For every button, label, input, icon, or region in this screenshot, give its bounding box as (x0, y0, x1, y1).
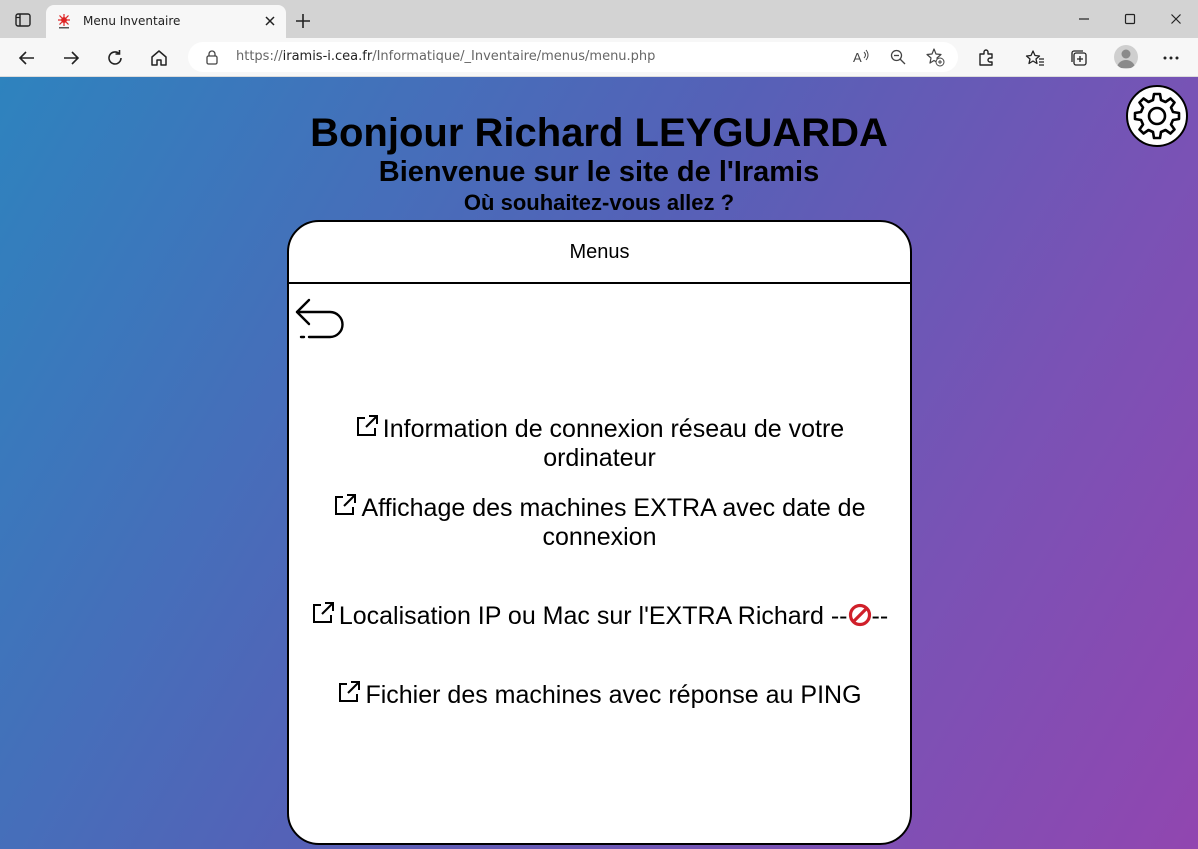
new-tab-icon[interactable] (292, 10, 314, 32)
link-label: Localisation IP ou Mac sur l'EXTRA Richa… (338, 602, 848, 630)
welcome-heading: Bienvenue sur le site de l'Iramis (378, 156, 820, 188)
link-ip-mac-location[interactable]: Localisation IP ou Mac sur l'EXTRA Richa… (299, 601, 900, 631)
link-extra-machines[interactable]: Affichage des machines EXTRA avec date d… (299, 493, 900, 552)
close-window-icon[interactable] (1163, 8, 1189, 30)
minimize-icon[interactable] (1071, 8, 1097, 30)
close-tab-icon[interactable] (262, 13, 278, 29)
link-label-suffix: -- (871, 602, 889, 630)
url-path: /Informatique/_Inventaire/menus/menu.php (372, 49, 656, 64)
read-aloud-icon[interactable]: A (851, 47, 871, 67)
greeting-heading: Bonjour Richard LEYGUARDA (310, 111, 888, 155)
maximize-icon[interactable] (1117, 8, 1143, 30)
back-arrow-icon[interactable] (292, 291, 348, 343)
home-icon[interactable] (146, 45, 172, 71)
svg-text:A: A (853, 50, 862, 65)
external-link-icon (333, 493, 357, 517)
browser-tab-active[interactable]: Menu Inventaire (46, 5, 286, 38)
browser-toolbar: https://iramis-i.cea.fr/Informatique/_In… (0, 38, 1198, 77)
url-scheme: https:// (236, 49, 283, 64)
browser-tab-bar: Menu Inventaire (0, 0, 1198, 38)
tab-title: Menu Inventaire (83, 14, 181, 28)
link-ping-file[interactable]: Fichier des machines avec réponse au PIN… (299, 680, 900, 710)
extensions-icon[interactable] (973, 45, 999, 71)
link-label: Fichier des machines avec réponse au PIN… (365, 681, 862, 709)
collections-icon[interactable] (1066, 45, 1092, 71)
link-label: Information de connexion réseau de votre… (382, 415, 845, 472)
external-link-icon (355, 414, 379, 438)
menu-card-title: Menus (289, 222, 910, 284)
profile-avatar-icon[interactable] (1114, 45, 1138, 69)
add-favorite-icon[interactable] (925, 47, 945, 67)
tab-actions-icon[interactable] (10, 9, 36, 31)
iramis-favicon-icon (56, 13, 72, 29)
page-content: Bonjour Richard LEYGUARDA Bienvenue sur … (0, 77, 1198, 849)
zoom-out-icon[interactable] (888, 47, 908, 67)
link-network-info[interactable]: Information de connexion réseau de votre… (299, 414, 900, 473)
question-heading: Où souhaitez-vous allez ? (463, 190, 735, 215)
url-text[interactable]: https://iramis-i.cea.fr/Informatique/_In… (236, 49, 655, 64)
forbidden-icon (848, 603, 872, 627)
link-label: Affichage des machines EXTRA avec date d… (361, 494, 866, 551)
menu-card: Menus Information de connexion réseau de… (287, 220, 912, 845)
refresh-icon[interactable] (102, 45, 128, 71)
back-nav-icon[interactable] (14, 45, 40, 71)
lock-icon[interactable] (204, 49, 220, 65)
forward-nav-icon[interactable] (58, 45, 84, 71)
address-bar[interactable]: https://iramis-i.cea.fr/Informatique/_In… (188, 42, 958, 72)
url-host: iramis-i.cea.fr (282, 49, 373, 64)
external-link-icon (337, 680, 361, 704)
more-menu-icon[interactable] (1158, 45, 1184, 71)
external-link-icon (311, 601, 335, 625)
favorites-icon[interactable] (1022, 45, 1048, 71)
